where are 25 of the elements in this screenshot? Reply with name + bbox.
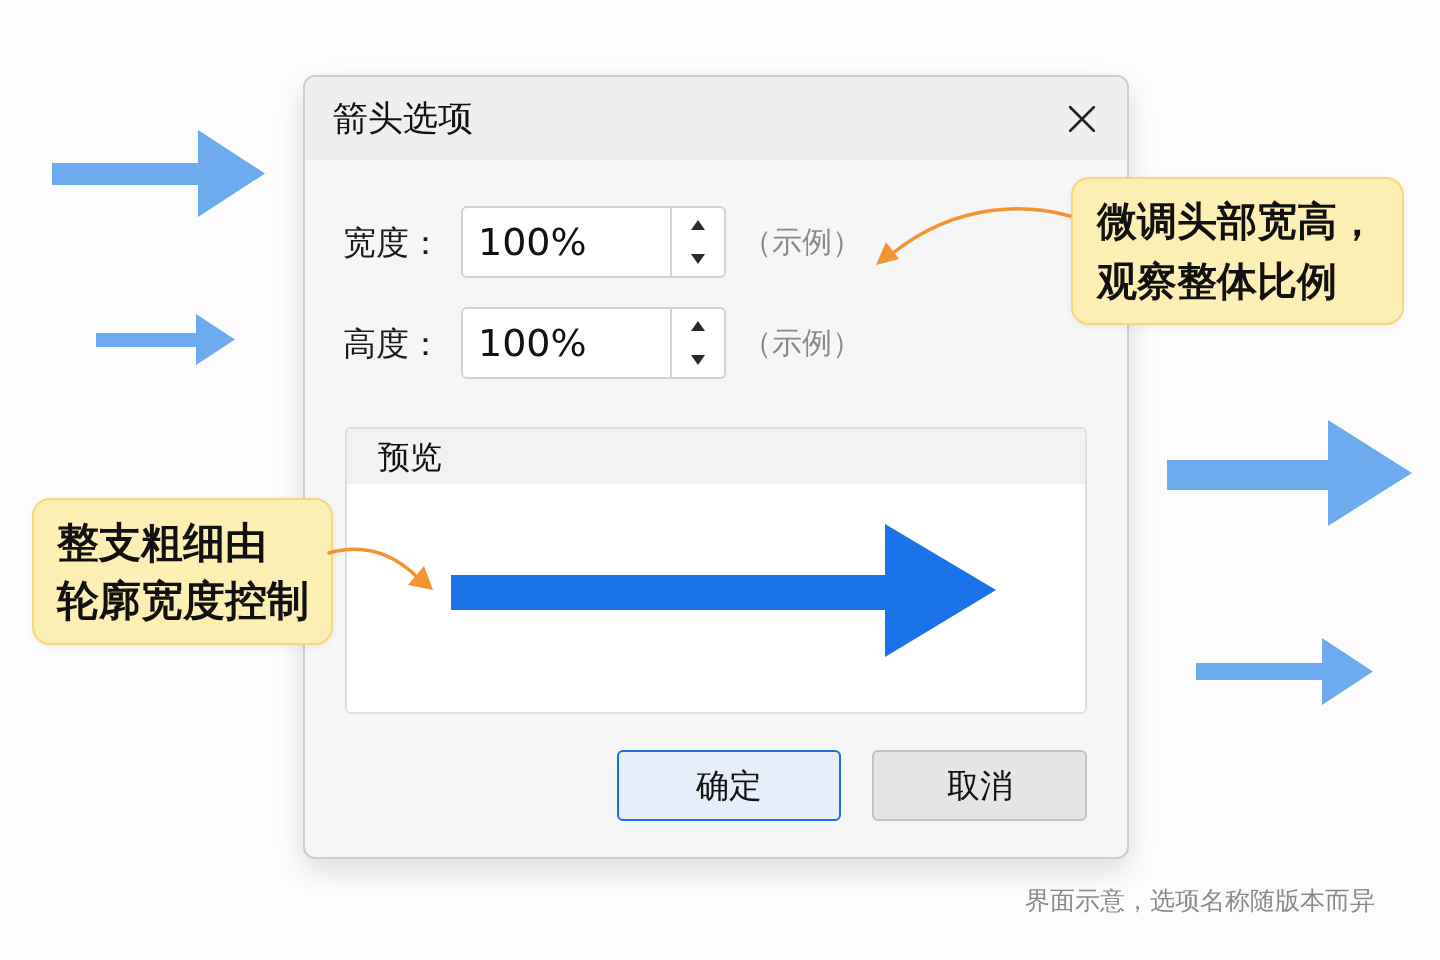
example-note: （示例）: [742, 328, 862, 358]
dialog-button[interactable]: 取消: [872, 750, 1087, 821]
field-label: 宽度：: [343, 225, 443, 259]
spin-down-button[interactable]: [672, 242, 726, 278]
spin-down-button[interactable]: [672, 343, 726, 379]
caret-up-icon: [691, 321, 705, 331]
caret-down-icon: [691, 355, 705, 365]
callout-text: 微调头部宽高，: [1097, 197, 1377, 246]
spin-up-button[interactable]: [672, 206, 726, 242]
dialog-title: 箭头选项: [333, 101, 473, 136]
caret-up-icon: [691, 220, 705, 230]
example-note: （示例）: [742, 227, 862, 257]
spin-up-button[interactable]: [672, 307, 726, 343]
caret-down-icon: [691, 254, 705, 264]
field-label: 高度：: [343, 326, 443, 360]
preview-title: 预览: [378, 440, 442, 473]
callout-text: 观察整体比例: [1097, 257, 1337, 306]
close-button[interactable]: [1067, 103, 1097, 134]
callout-text: 整支粗细由: [57, 517, 267, 569]
number-field[interactable]: 100%: [461, 307, 672, 379]
dialog-button[interactable]: 确定: [617, 750, 841, 821]
caption-text: 界面示意，选项名称随版本而异: [1025, 888, 1375, 913]
number-field[interactable]: 100%: [461, 206, 672, 278]
close-icon: [1069, 105, 1095, 132]
callout-text: 轮廓宽度控制: [57, 575, 309, 627]
